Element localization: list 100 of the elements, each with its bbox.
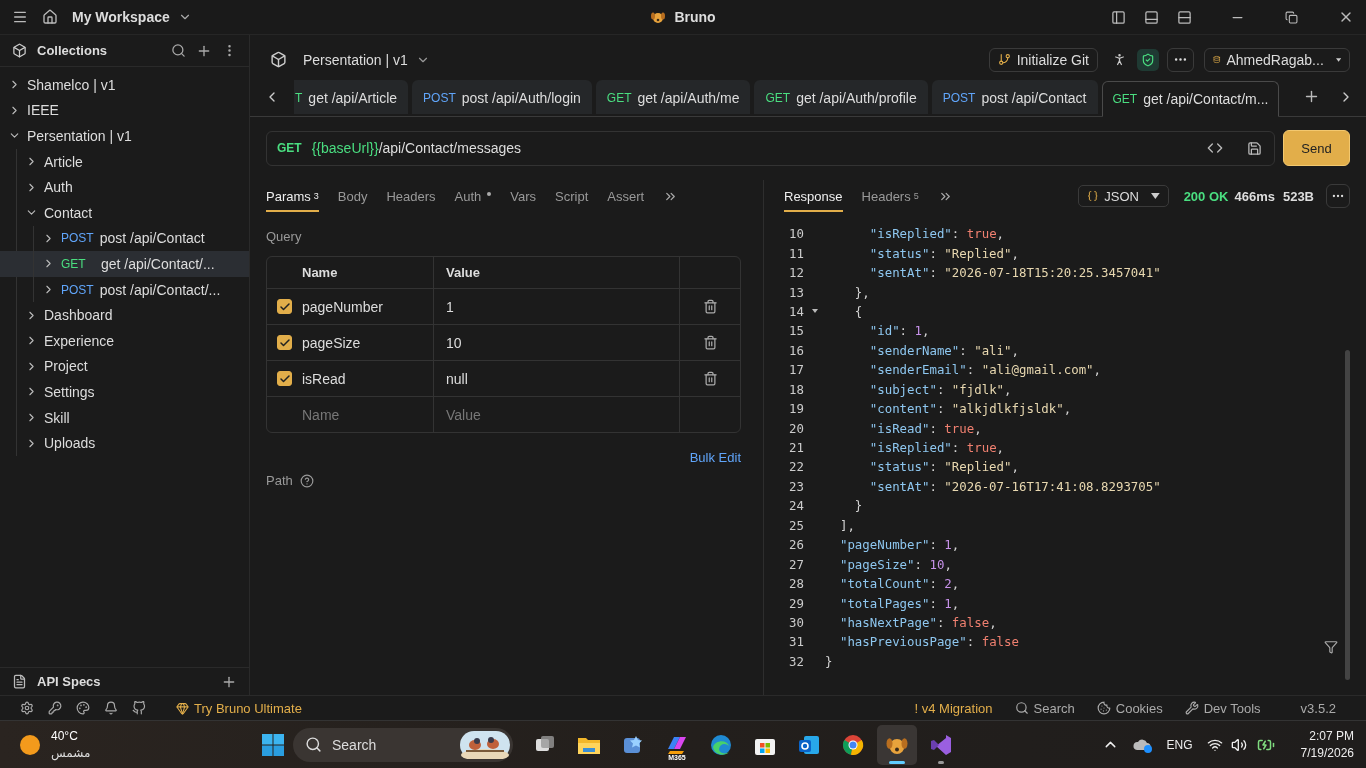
request-tab[interactable]: T get /api/Article <box>294 80 409 114</box>
menu-icon[interactable] <box>12 9 28 25</box>
more-button[interactable] <box>1326 184 1350 208</box>
filter-icon[interactable] <box>1324 640 1338 654</box>
folder-item[interactable]: Experience <box>0 327 249 354</box>
clock-date[interactable]: 7/19/2026 <box>1300 746 1354 760</box>
param-value[interactable]: null <box>446 370 468 387</box>
folder-item[interactable]: Skill <box>0 404 249 431</box>
layout-icon[interactable] <box>1177 9 1192 25</box>
scrollbar-thumb[interactable] <box>1345 350 1350 680</box>
section-label: Path <box>266 473 293 488</box>
param-value[interactable]: 10 <box>446 334 462 351</box>
delete-icon[interactable] <box>702 371 718 386</box>
code-line: "pageNumber": 1, <box>838 537 960 553</box>
folder-item[interactable]: IEEE <box>0 97 249 124</box>
delete-icon[interactable] <box>702 299 718 314</box>
collection-title[interactable]: Persentation | v1 <box>303 51 408 68</box>
delete-icon[interactable] <box>702 335 718 350</box>
folder-item[interactable]: Shamelco | v1 <box>0 72 249 98</box>
param-name[interactable]: pageNumber <box>302 298 383 315</box>
person-icon[interactable] <box>1112 52 1127 67</box>
weather-label: مشمس <box>51 746 91 760</box>
promo-link[interactable]: Try Bruno Ultimate <box>176 700 302 716</box>
folder-item[interactable]: Contact <box>0 199 249 226</box>
search-field[interactable]: Search <box>293 727 513 762</box>
request-tab[interactable]: POST post /api/Contact <box>931 80 1098 114</box>
start-icon[interactable] <box>261 732 285 757</box>
status-code: 200 OK <box>1183 188 1229 204</box>
dev-tools-link[interactable]: Dev Tools <box>1184 700 1261 716</box>
panel-toggle-icon[interactable] <box>1144 9 1159 25</box>
home-icon[interactable] <box>42 9 58 25</box>
url-field[interactable]: GET {{baseUrl}}/api/Contact/messages <box>266 130 1275 166</box>
bulk-edit-link[interactable]: Bulk Edit <box>689 450 741 465</box>
save-icon[interactable] <box>1247 140 1262 156</box>
sidebar-toggle-icon[interactable] <box>1111 9 1126 25</box>
value-field[interactable]: Value <box>446 406 481 423</box>
folder-item[interactable]: Project <box>0 353 249 380</box>
checkbox[interactable] <box>277 299 292 314</box>
code-line: "isRead": true, <box>868 420 982 436</box>
key-icon[interactable] <box>48 701 62 715</box>
search-icon[interactable] <box>171 43 186 58</box>
request-tab[interactable]: GET get /api/Auth/me <box>595 80 751 114</box>
shield-button[interactable] <box>1137 48 1159 71</box>
code-line: "hasPreviousPage": false <box>838 634 1019 650</box>
request-section-tab[interactable]: Auth <box>454 180 492 212</box>
folder-item[interactable]: Uploads <box>0 430 249 456</box>
more-button[interactable] <box>1167 47 1194 72</box>
api-specs-label[interactable]: API Specs <box>37 674 101 689</box>
search-link[interactable]: Search <box>1014 700 1075 716</box>
code-line: "pageSize": 10, <box>838 556 952 572</box>
app-icon <box>929 732 953 757</box>
request-tab[interactable]: GET get /api/Contact/m... <box>1101 81 1280 117</box>
request-tab[interactable]: GET get /api/Auth/profile <box>754 80 928 114</box>
restore-icon[interactable] <box>1285 10 1298 24</box>
taskbar-app[interactable] <box>877 724 917 765</box>
request-tab[interactable]: POST post /api/Auth/login <box>412 80 592 114</box>
folder-item[interactable]: Auth <box>0 174 249 200</box>
sun-icon[interactable] <box>20 734 40 755</box>
settings-icon[interactable] <box>20 701 34 715</box>
request-item[interactable]: GET get /api/Contact/... <box>0 251 249 277</box>
response-tab[interactable]: Headers $^{5}$ <box>861 180 919 212</box>
temperature: 40°C <box>51 729 78 743</box>
code-icon[interactable] <box>1207 140 1223 156</box>
palette-icon[interactable] <box>76 701 90 715</box>
initialize-git-button[interactable]: Initialize Git <box>988 47 1098 72</box>
request-section-tab[interactable]: Script <box>555 180 589 212</box>
param-value[interactable]: 1 <box>446 298 454 315</box>
request-section-tab[interactable]: Params $^{3}$ <box>266 180 319 212</box>
github-icon[interactable] <box>132 701 146 715</box>
name-field[interactable]: Name <box>302 406 340 423</box>
folder-item[interactable]: Article <box>0 148 249 175</box>
window-title: Bruno <box>674 9 716 25</box>
request-item[interactable]: POST post /api/Contact/... <box>0 276 249 303</box>
help-icon[interactable] <box>299 473 314 488</box>
checkbox[interactable] <box>277 371 292 386</box>
param-name[interactable]: pageSize <box>302 334 361 351</box>
response-tab[interactable]: Response <box>784 180 843 212</box>
request-section-tab[interactable]: Headers <box>386 180 436 212</box>
language-indicator[interactable]: ENG <box>1166 737 1193 752</box>
environment-selector[interactable]: AhmedRagab... <box>1204 47 1350 72</box>
format-selector[interactable]: JSON <box>1077 185 1169 207</box>
request-section-tab[interactable]: Body <box>337 180 368 212</box>
folder-item[interactable]: Persentation | v1 <box>0 123 249 149</box>
migration-link[interactable]: ! v4 Migration <box>914 700 993 716</box>
volume-icon[interactable] <box>1230 736 1247 753</box>
line-number: 30 <box>788 614 804 630</box>
clock-time[interactable]: 2:07 PM <box>1309 729 1354 743</box>
param-name[interactable]: isRead <box>302 370 346 387</box>
request-item[interactable]: POST post /api/Contact <box>0 225 249 252</box>
workspace-name[interactable]: My Workspace <box>72 9 170 25</box>
notifications-icon[interactable] <box>104 701 118 715</box>
folder-item[interactable]: Settings <box>0 379 249 405</box>
app-icon <box>665 734 689 755</box>
cookies-link[interactable]: Cookies <box>1096 700 1163 716</box>
checkbox[interactable] <box>277 335 292 350</box>
send-button[interactable]: Send <box>1283 130 1350 166</box>
folder-item[interactable]: Dashboard <box>0 302 249 328</box>
fold-caret-icon[interactable] <box>811 309 818 314</box>
request-section-tab[interactable]: Vars <box>510 180 537 212</box>
request-section-tab[interactable]: Assert <box>607 180 645 212</box>
